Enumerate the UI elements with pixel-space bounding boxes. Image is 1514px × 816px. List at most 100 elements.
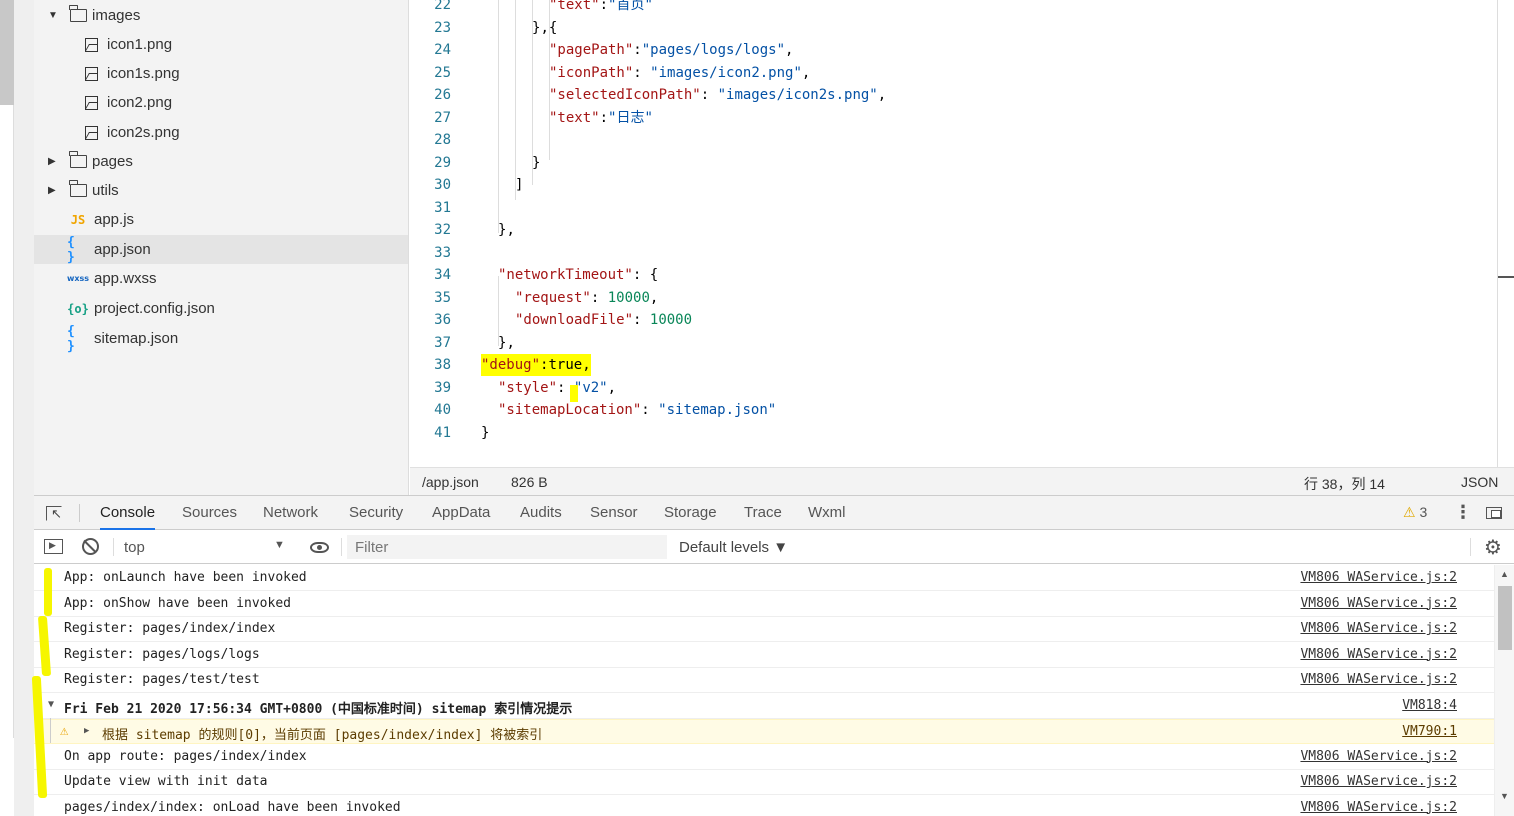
expand-caret-icon[interactable]: ▶ <box>84 726 89 736</box>
show-sidebar-icon[interactable] <box>44 539 63 554</box>
undock-icon[interactable] <box>1486 507 1502 519</box>
code-line[interactable]: 22 "text":"首页" <box>410 0 1498 16</box>
code-line[interactable]: 33 <box>410 242 1498 264</box>
console-log-row: Update view with init data VM806 WAServic… <box>34 770 1494 795</box>
live-expression-eye-icon[interactable] <box>310 542 329 553</box>
source-link[interactable]: VM806 WAService.js:2 <box>1300 749 1457 764</box>
group-indent-line <box>50 718 51 743</box>
code-line[interactable]: 31 <box>410 197 1498 219</box>
console-message: Register: pages/test/test <box>64 672 260 687</box>
line-code: "text":"日志" <box>549 109 653 126</box>
inspect-element-icon[interactable] <box>46 506 62 522</box>
tree-item-sitemap-json[interactable]: { } sitemap.json <box>34 323 408 354</box>
code-line[interactable]: 23},{ <box>410 17 1498 39</box>
tree-item-icon1s-png[interactable]: icon1s.png <box>34 59 408 88</box>
scrollbar-thumb[interactable] <box>1498 586 1512 650</box>
line-number: 41 <box>434 424 451 441</box>
log-levels-dropdown[interactable]: Default levels ▼ <box>679 539 788 556</box>
wxss-file-icon: wxss <box>66 274 90 283</box>
source-link[interactable]: VM806 WAService.js:2 <box>1300 800 1457 815</box>
source-link[interactable]: VM818:4 <box>1402 698 1457 713</box>
console-group-header[interactable]: ▼ Fri Feb 21 2020 17:56:34 GMT+0800 (中国标准… <box>34 694 1494 719</box>
code-line[interactable]: 30] <box>410 174 1498 196</box>
source-link[interactable]: VM806 WAService.js:2 <box>1300 596 1457 611</box>
tab-sources[interactable]: Sources <box>182 496 237 530</box>
scroll-down-icon[interactable]: ▼ <box>1500 791 1509 801</box>
tree-item-utils[interactable]: ▶ utils <box>34 176 408 205</box>
code-line[interactable]: 29} <box>410 152 1498 174</box>
devtools-window: ▼ images icon1.png icon1s.png icon2.png icon2… <box>0 0 1514 816</box>
tree-item-icon2-png[interactable]: icon2.png <box>34 88 408 117</box>
console-warning-row[interactable]: ⚠ ▶ 根据 sitemap 的规则[0]，当前页面 [pages/index/in… <box>34 719 1494 744</box>
editor-statusbar: /app.json 826 B 行 38，列 14 JSON <box>410 467 1514 495</box>
tab-separator <box>79 504 80 522</box>
tab-audits[interactable]: Audits <box>520 496 562 530</box>
console-message: 根据 sitemap 的规则[0]，当前页面 [pages/index/inde… <box>102 728 543 743</box>
tree-item-app-json[interactable]: { } app.json <box>34 235 408 265</box>
tab-wxml[interactable]: Wxml <box>808 496 846 530</box>
tab-network[interactable]: Network <box>263 496 318 530</box>
console-message: Fri Feb 21 2020 17:56:34 GMT+0800 (中国标准时… <box>64 701 573 717</box>
source-link[interactable]: VM806 WAService.js:2 <box>1300 672 1457 687</box>
source-link[interactable]: VM806 WAService.js:2 <box>1300 774 1457 789</box>
code-line[interactable]: 34 "networkTimeout": { <box>410 264 1498 286</box>
scroll-up-icon[interactable]: ▲ <box>1500 569 1509 579</box>
code-line[interactable]: 36 "downloadFile": 10000 <box>410 309 1498 331</box>
tree-item-icon2s-png[interactable]: icon2s.png <box>34 118 408 147</box>
tab-security[interactable]: Security <box>349 496 403 530</box>
tree-item-app-js[interactable]: JS app.js <box>34 205 408 234</box>
tree-item-label: utils <box>92 182 119 199</box>
status-cursor-position[interactable]: 行 38，列 14 <box>1304 474 1385 494</box>
code-line[interactable]: 40 "sitemapLocation": "sitemap.json" <box>410 399 1498 421</box>
source-link[interactable]: VM806 WAService.js:2 <box>1300 621 1457 636</box>
tree-item-images[interactable]: ▼ images <box>34 1 408 30</box>
clear-console-icon[interactable] <box>82 538 99 555</box>
tab-storage[interactable]: Storage <box>664 496 717 530</box>
line-number: 36 <box>434 312 451 328</box>
console-message: On app route: pages/index/index <box>64 748 307 764</box>
code-line[interactable]: 26 "selectedIconPath": "images/icon2s.png… <box>410 84 1498 106</box>
code-editor[interactable]: 22 "text":"首页" 23},{24 "pagePath":"pages/lo… <box>410 0 1514 467</box>
console-settings-gear-icon[interactable]: ⚙ <box>1484 535 1502 560</box>
line-number: 37 <box>434 334 451 351</box>
code-line[interactable]: 38 "debug":true, <box>410 354 1498 376</box>
indent-guide <box>549 0 550 160</box>
warnings-counter[interactable]: ⚠ 3 <box>1403 504 1427 521</box>
chevron-right-icon[interactable]: ▶ <box>48 185 56 196</box>
line-code: "debug":true, <box>481 354 591 376</box>
tree-item-app-wxss[interactable]: wxss app.wxss <box>34 264 408 293</box>
console-scrollbar[interactable]: ▲ ▼ <box>1494 565 1514 816</box>
tree-item-pages[interactable]: ▶ pages <box>34 147 408 176</box>
console-filter-input[interactable] <box>347 535 667 559</box>
tree-item-icon1-png[interactable]: icon1.png <box>34 30 408 59</box>
code-line[interactable]: 27 "text":"日志" <box>410 107 1498 129</box>
console-message: Register: pages/index/index <box>64 621 276 636</box>
code-line[interactable]: 24 "pagePath":"pages/logs/logs", <box>410 39 1498 61</box>
context-selector[interactable]: top ▼ <box>124 530 290 564</box>
tree-item-project-config-json[interactable]: {o} project.config.json <box>34 294 408 323</box>
tab-sensor[interactable]: Sensor <box>590 496 638 530</box>
simulator-edge <box>0 0 14 738</box>
line-number: 34 <box>434 267 451 283</box>
source-link[interactable]: VM790:1 <box>1402 724 1457 739</box>
code-line[interactable]: 28 <box>410 129 1498 151</box>
code-line[interactable]: 35 "request": 10000, <box>410 287 1498 309</box>
console-message: pages/index/index: onLoad have been invo… <box>64 799 401 815</box>
code-line[interactable]: 37}, <box>410 332 1498 354</box>
tab-appdata[interactable]: AppData <box>432 496 490 530</box>
expand-caret-icon[interactable]: ▼ <box>48 699 54 710</box>
code-line[interactable]: 32}, <box>410 219 1498 241</box>
image-file-icon <box>80 118 102 147</box>
code-line[interactable]: 25 "iconPath": "images/icon2.png", <box>410 62 1498 84</box>
chevron-down-icon[interactable]: ▼ <box>48 10 58 21</box>
image-file-icon <box>80 30 102 59</box>
json-file-icon: { } <box>67 323 75 354</box>
source-link[interactable]: VM806 WAService.js:2 <box>1300 647 1457 662</box>
status-language[interactable]: JSON <box>1461 474 1498 490</box>
tab-console[interactable]: Console <box>100 496 156 530</box>
tab-trace[interactable]: Trace <box>744 496 782 530</box>
source-link[interactable]: VM806 WAService.js:2 <box>1300 570 1457 585</box>
code-line[interactable]: 41} <box>410 422 1498 444</box>
more-options-icon[interactable]: ⋮ <box>1454 502 1472 523</box>
chevron-right-icon[interactable]: ▶ <box>48 156 56 167</box>
